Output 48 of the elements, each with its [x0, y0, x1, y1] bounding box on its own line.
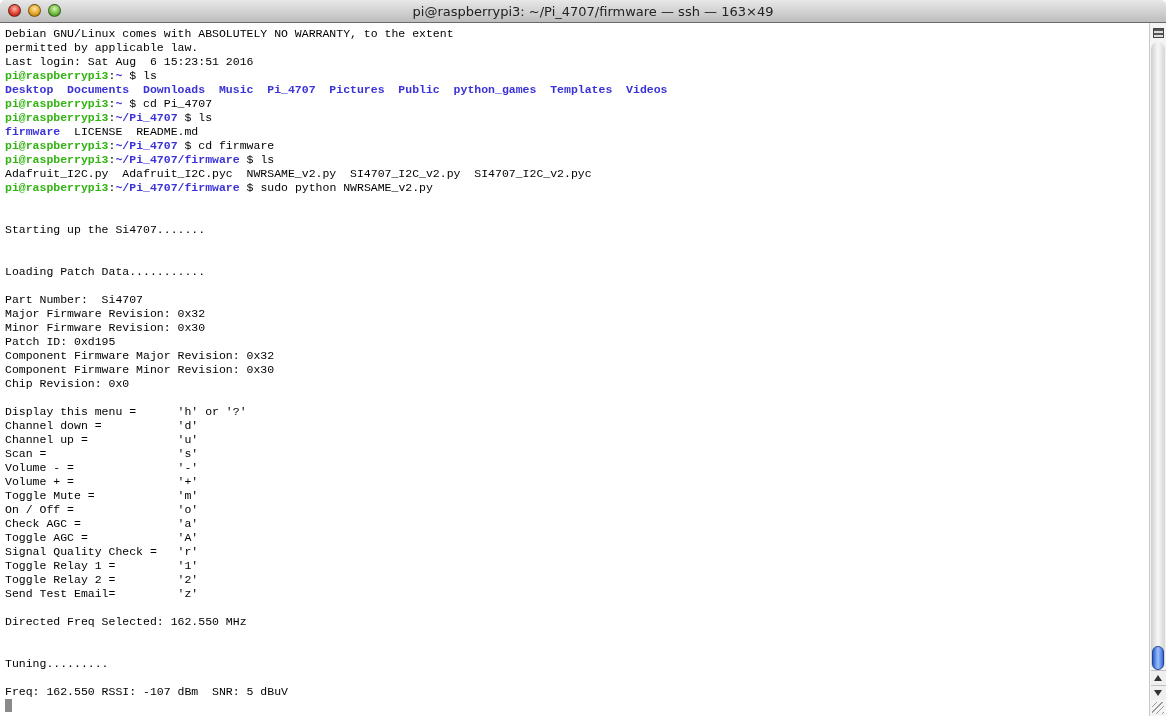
- resize-grip-icon[interactable]: [1152, 702, 1164, 714]
- terminal-line: Major Firmware Revision: 0x32: [5, 307, 207, 321]
- terminal-line: pi@raspberrypi3:~/Pi_4707/firmware $ sudo python NWRSAME_v2.py: [5, 181, 434, 195]
- zoom-button[interactable]: [48, 4, 61, 17]
- terminal-line: pi@raspberrypi3:~ $ cd Pi_4707: [5, 97, 214, 111]
- terminal-line: Volume - = '-': [5, 461, 200, 475]
- terminal-line: Starting up the Si4707.......: [5, 223, 207, 237]
- terminal-line: Last login: Sat Aug 6 15:23:51 2016: [5, 55, 255, 69]
- terminal-line: Channel up = 'u': [5, 433, 200, 447]
- terminal-line: Scan = 's': [5, 447, 200, 461]
- split-pane-icon[interactable]: [1152, 28, 1164, 38]
- terminal-line: Freq: 162.550 RSSI: -107 dBm SNR: 5 dBuV: [5, 685, 289, 699]
- terminal-line: Debian GNU/Linux comes with ABSOLUTELY NO WARRANTY, to the extent: [5, 27, 455, 41]
- scroll-up-button[interactable]: [1150, 670, 1166, 685]
- terminal-line: Directed Freq Selected: 162.550 MHz: [5, 615, 248, 629]
- window-title: pi@raspberrypi3: ~/Pi_4707/firmware — ssh — 163×49: [412, 3, 774, 19]
- terminal-line: Loading Patch Data...........: [5, 265, 207, 279]
- terminal-line: firmware LICENSE README.md: [5, 125, 200, 139]
- terminal-line: Send Test Email= 'z': [5, 587, 200, 601]
- scroll-thumb[interactable]: [1152, 646, 1164, 670]
- terminal-line: permitted by applicable law.: [5, 41, 200, 55]
- scroll-bar[interactable]: [1149, 23, 1166, 716]
- terminal-line: Toggle AGC = 'A': [5, 531, 200, 545]
- terminal-line: Signal Quality Check = 'r': [5, 545, 200, 559]
- close-button[interactable]: [8, 4, 21, 17]
- terminal-line: Volume + = '+': [5, 475, 200, 489]
- terminal-line: Component Firmware Minor Revision: 0x30: [5, 363, 276, 377]
- terminal-line: pi@raspberrypi3:~/Pi_4707 $ ls: [5, 111, 214, 125]
- terminal-line: Part Number: Si4707: [5, 293, 145, 307]
- terminal-line: Display this menu = 'h' or '?': [5, 405, 248, 419]
- terminal-line: Patch ID: 0xd195: [5, 335, 117, 349]
- terminal-line: Adafruit_I2C.py Adafruit_I2C.pyc NWRSAME_v2.py SI4707_I2C_v2.py SI4707_I2C_v2.pyc: [5, 167, 593, 181]
- terminal-line: Desktop Documents Downloads Music Pi_4707 Pictures Public python_games Templates Videos: [5, 83, 669, 97]
- terminal-line: Minor Firmware Revision: 0x30: [5, 321, 207, 335]
- terminal-line: pi@raspberrypi3:~/Pi_4707/firmware $ ls: [5, 153, 276, 167]
- terminal-line: Channel down = 'd': [5, 419, 200, 433]
- terminal-line: Component Firmware Major Revision: 0x32: [5, 349, 276, 363]
- terminal-line: On / Off = 'o': [5, 503, 200, 517]
- minimize-button[interactable]: [28, 4, 41, 17]
- terminal-line: Tuning.........: [5, 657, 110, 671]
- terminal-line: Toggle Relay 1 = '1': [5, 559, 200, 573]
- terminal-line: Toggle Mute = 'm': [5, 489, 200, 503]
- scroll-down-button[interactable]: [1150, 685, 1166, 700]
- terminal-line: Chip Revision: 0x0: [5, 377, 131, 391]
- terminal-line: Check AGC = 'a': [5, 517, 200, 531]
- terminal-line: pi@raspberrypi3:~ $ ls: [5, 69, 158, 83]
- terminal-line: pi@raspberrypi3:~/Pi_4707 $ cd firmware: [5, 139, 276, 153]
- terminal-line: Toggle Relay 2 = '2': [5, 573, 200, 587]
